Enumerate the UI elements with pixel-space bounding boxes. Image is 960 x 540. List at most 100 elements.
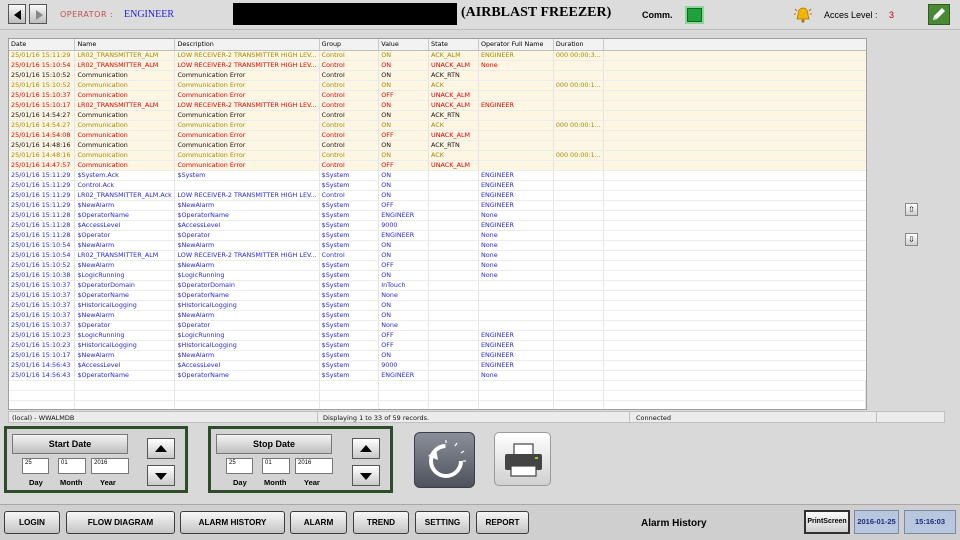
table-row[interactable]: 25/01/16 15:11:29 $NewAlarm $NewAlarm $Syst…	[9, 200, 866, 211]
table-row[interactable]: 25/01/16 15:10:37 $NewAlarm $NewAlarm $Syst…	[9, 310, 866, 321]
table-row[interactable]: 25/01/16 15:10:17 $NewAlarm $NewAlarm $Syst…	[9, 350, 866, 361]
cell-name: $AccessLevel	[74, 220, 176, 231]
nav-alarm-button[interactable]: ALARM	[290, 511, 347, 534]
column-header-operator[interactable]: Operator Full Name	[478, 39, 554, 51]
cell-state: ACK_RTN	[428, 110, 479, 121]
table-row[interactable]: 25/01/16 15:10:54 $NewAlarm $NewAlarm $Syst…	[9, 240, 866, 251]
nav-alarm-history-button[interactable]: ALARM HISTORY	[180, 511, 285, 534]
nav-trend-button[interactable]: TREND	[353, 511, 409, 534]
table-row[interactable]: 25/01/16 15:10:52 Communication Communicat…	[9, 70, 866, 81]
cell-operator: None	[478, 230, 554, 241]
table-row[interactable]: 25/01/16 15:10:23 $HistoricalLogging $Hist…	[9, 340, 866, 351]
printscreen-button[interactable]: PrintScreen	[804, 510, 850, 534]
cell-description: $LogicRunning	[174, 330, 320, 341]
cell-operator	[478, 320, 554, 331]
table-row[interactable]: 25/01/16 15:11:29 LR02_TRANSMITTER_ALM.Ac…	[9, 190, 866, 201]
nav-login-button[interactable]: LOGIN	[4, 511, 60, 534]
refresh-button[interactable]	[414, 432, 475, 488]
table-row[interactable]: 25/01/16 15:10:37 $Operator $Operator $Syst…	[9, 320, 866, 331]
column-header-duration[interactable]: Duration	[553, 39, 604, 51]
column-header-value[interactable]: Value	[378, 39, 430, 51]
table-row[interactable]: 25/01/16 15:10:37 $HistoricalLogging $Hist…	[9, 300, 866, 311]
cell-operator	[478, 90, 554, 101]
cell-name: $Operator	[74, 320, 176, 331]
table-row[interactable]: 25/01/16 15:10:52 $NewAlarm $NewAlarm $Syst…	[9, 260, 866, 271]
cell-group: $System	[319, 200, 380, 211]
table-row[interactable]: 25/01/16 14:54:27 Communication Communicat…	[9, 110, 866, 121]
alarm-history-grid[interactable]: Date Name Description Group Value State …	[8, 38, 867, 410]
forward-button[interactable]	[29, 4, 47, 24]
table-row[interactable]: 25/01/16 15:10:54 LR02_TRANSMITTER_ALM LOW…	[9, 60, 866, 71]
cell-operator: ENGINEER	[478, 180, 554, 191]
scroll-up-button[interactable]: ⇧	[905, 203, 918, 216]
empty-cell	[319, 400, 380, 409]
stop-date-down-button[interactable]	[352, 465, 380, 486]
cell-duration: 000 00:00:1...	[553, 80, 604, 91]
table-row[interactable]: 25/01/16 14:56:43 $OperatorName $OperatorN…	[9, 370, 866, 381]
nav-report-button[interactable]: REPORT	[476, 511, 529, 534]
cell-group: Control	[319, 190, 380, 201]
table-row[interactable]: 25/01/16 15:10:54 LR02_TRANSMITTER_ALM LOW…	[9, 250, 866, 261]
table-row[interactable]: 25/01/16 15:10:38 $LogicRunning $LogicRunn…	[9, 270, 866, 281]
table-row[interactable]: 25/01/16 15:10:23 $LogicRunning $LogicRunn…	[9, 330, 866, 341]
current-time: 15:16:03	[904, 510, 956, 534]
table-row[interactable]: 25/01/16 15:11:29 $System.Ack $System $Syst…	[9, 170, 866, 181]
table-row[interactable]: 25/01/16 14:54:27 Communication Communicat…	[9, 120, 866, 131]
cell-date: 25/01/16 15:10:17	[9, 100, 76, 111]
cell-filler	[603, 160, 866, 171]
cell-operator: None	[478, 260, 554, 271]
column-header-group[interactable]: Group	[319, 39, 380, 51]
table-row[interactable]: 25/01/16 15:11:28 $OperatorName $OperatorN…	[9, 210, 866, 221]
table-row[interactable]: 25/01/16 14:54:08 Communication Communicat…	[9, 130, 866, 141]
edit-button[interactable]	[928, 4, 950, 25]
column-header-name[interactable]: Name	[74, 39, 176, 51]
cell-filler	[603, 290, 866, 301]
start-day-field[interactable]: 25	[22, 458, 49, 474]
nav-setting-button[interactable]: SETTING	[415, 511, 470, 534]
cell-name: LR02_TRANSMITTER_ALM	[74, 50, 176, 61]
table-row[interactable]: 25/01/16 15:10:37 $OperatorName $OperatorN…	[9, 290, 866, 301]
cell-name: $System.Ack	[74, 170, 176, 181]
start-year-field[interactable]: 2016	[91, 458, 129, 474]
start-date-up-button[interactable]	[147, 438, 175, 459]
table-row[interactable]: 25/01/16 15:10:52 Communication Communicat…	[9, 80, 866, 91]
start-date-down-button[interactable]	[147, 465, 175, 486]
column-header-state[interactable]: State	[428, 39, 479, 51]
scroll-down-button[interactable]: ⇩	[905, 233, 918, 246]
cell-date: 25/01/16 15:10:37	[9, 280, 76, 291]
table-row[interactable]: 25/01/16 14:48:16 Communication Communicat…	[9, 150, 866, 161]
column-header-date[interactable]: Date	[9, 39, 76, 51]
table-row[interactable]: 25/01/16 15:10:37 Communication Communicat…	[9, 90, 866, 101]
table-row[interactable]: 25/01/16 15:10:37 $OperatorDomain $Operato…	[9, 280, 866, 291]
cell-value: None	[378, 320, 430, 331]
print-button[interactable]	[494, 432, 551, 486]
table-row[interactable]: 25/01/16 15:11:29 LR02_TRANSMITTER_ALM LOW…	[9, 50, 866, 61]
table-row[interactable]: 25/01/16 14:48:16 Communication Communicat…	[9, 140, 866, 151]
back-button[interactable]	[8, 4, 26, 24]
cell-name: $HistoricalLogging	[74, 300, 176, 311]
cell-duration	[553, 130, 604, 141]
stop-year-field[interactable]: 2016	[295, 458, 333, 474]
start-month-field[interactable]: 01	[58, 458, 86, 474]
table-row[interactable]: 25/01/16 15:11:29 Control.Ack $System ON ENG…	[9, 180, 866, 191]
cell-filler	[603, 280, 866, 291]
alarm-bell-icon[interactable]	[793, 5, 813, 25]
column-header-description[interactable]: Description	[174, 39, 320, 51]
cell-operator: None	[478, 370, 554, 381]
cell-group: $System	[319, 230, 380, 241]
cell-group: $System	[319, 210, 380, 221]
cell-state	[428, 310, 479, 321]
cell-duration	[553, 300, 604, 311]
stop-date-up-button[interactable]	[352, 438, 380, 459]
empty-cell	[603, 390, 866, 401]
stop-month-field[interactable]: 01	[262, 458, 290, 474]
table-row[interactable]: 25/01/16 15:11:28 $AccessLevel $AccessLeve…	[9, 220, 866, 231]
table-row[interactable]: 25/01/16 14:47:57 Communication Communicat…	[9, 160, 866, 171]
header-bar: OPERATOR : ENGINEER (AIRBLAST FREEZER) C…	[0, 0, 960, 30]
stop-day-field[interactable]: 25	[226, 458, 253, 474]
nav-flow-diagram-button[interactable]: FLOW DIAGRAM	[66, 511, 175, 534]
cell-filler	[603, 70, 866, 81]
table-row[interactable]: 25/01/16 15:11:28 $Operator $Operator $Syst…	[9, 230, 866, 241]
table-row[interactable]: 25/01/16 15:10:17 LR02_TRANSMITTER_ALM LOW…	[9, 100, 866, 111]
table-row[interactable]: 25/01/16 14:56:43 $AccessLevel $AccessLeve…	[9, 360, 866, 371]
